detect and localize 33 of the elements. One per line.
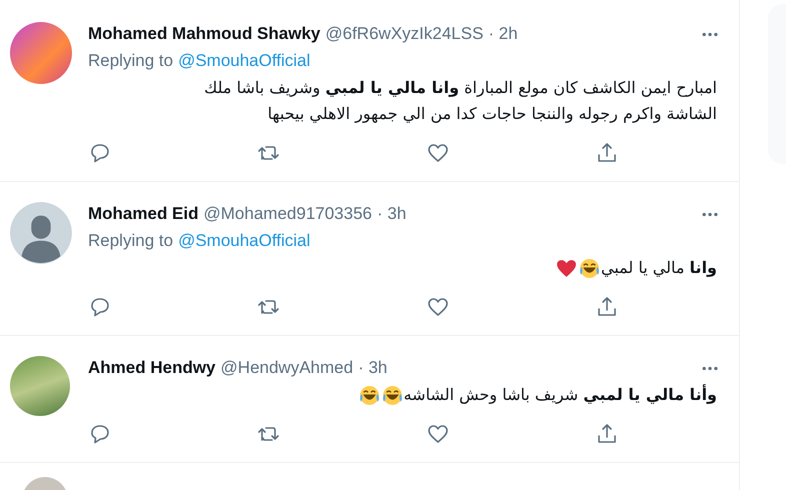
laughing-face-icon: [358, 384, 380, 406]
tweet-time[interactable]: · 2h: [488, 24, 518, 44]
heart-icon: [556, 258, 578, 278]
user-name[interactable]: Mohamed Eid: [88, 204, 199, 224]
replying-label: Replying to: [88, 51, 174, 71]
tweet-text: امبارح ايمن الكاشف كان مولع المباراة وانا مالي يا لمبي وشريف باشا ملك الشاشة واكرم رجوله والننجا حاجات كدا من الي جمهور الاهلي بيحبها: [204, 77, 717, 125]
more-options-icon[interactable]: [701, 212, 719, 216]
default-avatar-icon[interactable]: [10, 202, 72, 264]
share-icon[interactable]: [595, 422, 619, 446]
like-icon[interactable]: [426, 295, 450, 319]
laughing-face-icon: [579, 258, 600, 278]
user-handle[interactable]: @Mohamed91703356: [204, 204, 372, 224]
reply-icon[interactable]: [88, 295, 112, 319]
more-options-icon[interactable]: [701, 32, 719, 36]
like-icon[interactable]: [426, 422, 450, 446]
tweet-text: وانا مالي يا لمبي: [601, 257, 717, 279]
share-icon[interactable]: [595, 141, 619, 165]
reply-icon[interactable]: [88, 422, 112, 446]
reply-icon[interactable]: [88, 141, 112, 165]
share-icon[interactable]: [595, 295, 619, 319]
mention-link[interactable]: @SmouhaOfficial: [178, 231, 310, 251]
tweet-time[interactable]: · 3h: [377, 204, 406, 224]
mention-link[interactable]: @SmouhaOfficial: [178, 51, 310, 71]
tweet-time[interactable]: · 3h: [358, 358, 388, 378]
user-handle[interactable]: @6fR6wXyzIk24LSS: [325, 24, 484, 44]
laughing-face-icon: [382, 384, 403, 406]
user-name[interactable]: Ahmed Hendwy: [88, 358, 216, 378]
user-handle[interactable]: @HendwyAhmed: [220, 358, 354, 378]
more-options-icon[interactable]: [701, 366, 719, 370]
replying-label: Replying to: [88, 231, 174, 251]
like-icon[interactable]: [426, 141, 450, 165]
user-name[interactable]: Mohamed Mahmoud Shawky: [88, 24, 320, 44]
tweet-text: وأنا مالي يا لمبي شريف باشا وحش الشاشه: [404, 383, 717, 406]
